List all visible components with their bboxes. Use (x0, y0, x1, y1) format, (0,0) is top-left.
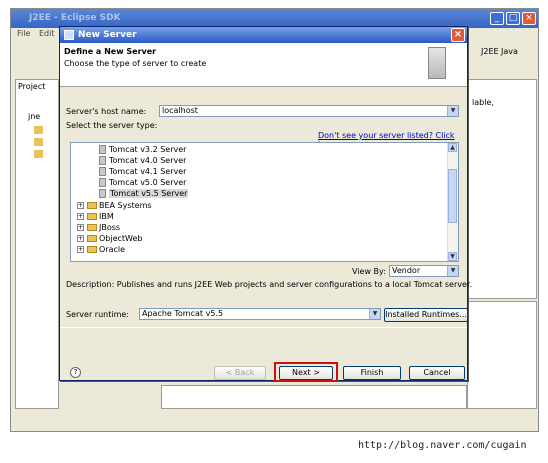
project-explorer-pane: Project jne (15, 79, 59, 409)
dialog-close-button[interactable]: × (451, 28, 465, 42)
tree-item-vendor[interactable]: + JBoss (71, 222, 120, 233)
host-name-value: localhost (162, 106, 198, 115)
server-icon (99, 145, 106, 154)
menu-file[interactable]: File (17, 29, 30, 38)
chevron-down-icon[interactable]: ▼ (369, 309, 380, 319)
outline-text: lable, (472, 98, 494, 107)
tree-item-tomcat-40[interactable]: Tomcat v4.0 Server (71, 155, 186, 166)
new-server-dialog: New Server × Define a New Server Choose … (59, 26, 473, 382)
server-runtime-select[interactable]: Apache Tomcat v5.5 ▼ (139, 308, 381, 320)
help-icon[interactable]: ? (70, 367, 81, 378)
scroll-down-icon[interactable]: ▼ (448, 252, 457, 261)
tree-item-tomcat-32[interactable]: Tomcat v3.2 Server (71, 144, 186, 155)
folder-icon (34, 150, 43, 158)
bottom-right-pane (467, 301, 537, 409)
project-tree-root[interactable]: jne (28, 112, 40, 121)
finish-button[interactable]: Finish (343, 366, 401, 380)
runtime-label: Server runtime: (66, 310, 129, 319)
folder-icon (87, 224, 97, 231)
server-icon (99, 189, 106, 198)
expand-icon[interactable]: + (77, 235, 84, 242)
server-icon (64, 30, 74, 40)
close-window-button[interactable]: × (522, 12, 536, 25)
folder-icon (87, 202, 97, 209)
back-button[interactable]: < Back (214, 366, 266, 380)
server-wizard-icon (428, 47, 446, 79)
eclipse-title: J2EE - Eclipse SDK (29, 13, 121, 23)
blog-watermark: http://blog.naver.com/cugain (358, 440, 527, 451)
folder-icon (87, 235, 97, 242)
expand-icon[interactable]: + (77, 213, 84, 220)
server-icon (99, 167, 106, 176)
tree-item-vendor[interactable]: + BEA Systems (71, 200, 152, 211)
server-icon (99, 178, 106, 187)
bottom-pane (161, 385, 467, 409)
selected-server: Tomcat v5.5 Server (109, 189, 189, 198)
minimize-button[interactable]: _ (490, 12, 504, 25)
server-type-tree[interactable]: Tomcat v3.2 Server Tomcat v4.0 Server To… (70, 142, 459, 262)
installed-runtimes-button[interactable]: Installed Runtimes... (384, 308, 468, 322)
server-description: Description: Publishes and runs J2EE Web… (66, 280, 473, 289)
tree-item-tomcat-50[interactable]: Tomcat v5.0 Server (71, 177, 186, 188)
project-explorer-label: Project (18, 82, 46, 91)
server-type-label: Select the server type: (66, 121, 158, 130)
dialog-title-bar: New Server × (60, 27, 467, 43)
eclipse-window: J2EE - Eclipse SDK _ □ × File Edit J2EE … (10, 8, 539, 432)
scroll-up-icon[interactable]: ▲ (448, 143, 457, 152)
folder-icon (34, 138, 43, 146)
chevron-down-icon[interactable]: ▼ (447, 266, 458, 276)
host-label: Server's host name: (66, 107, 147, 116)
dialog-title: New Server (78, 30, 137, 40)
expand-icon[interactable]: + (77, 224, 84, 231)
header-subtitle: Choose the type of server to create (64, 59, 207, 68)
separator (60, 327, 467, 328)
cancel-button[interactable]: Cancel (409, 366, 465, 380)
tree-item-vendor[interactable]: + Oracle (71, 244, 125, 255)
folder-icon (34, 126, 43, 134)
next-button[interactable]: Next > (279, 366, 333, 380)
tree-item-vendor[interactable]: + IBM (71, 211, 114, 222)
header-title: Define a New Server (64, 47, 157, 56)
expand-icon[interactable]: + (77, 202, 84, 209)
perspective-java[interactable]: Java (501, 47, 518, 56)
chevron-down-icon[interactable]: ▼ (447, 106, 458, 116)
perspective-j2ee[interactable]: J2EE (481, 47, 499, 56)
tree-scrollbar[interactable]: ▲ ▼ (447, 143, 458, 261)
tree-item-tomcat-41[interactable]: Tomcat v4.1 Server (71, 166, 186, 177)
scroll-thumb[interactable] (448, 169, 457, 223)
dialog-header: Define a New Server Choose the type of s… (60, 43, 467, 87)
outline-pane: lable, (467, 79, 537, 299)
view-by-label: View By: (352, 267, 386, 276)
tree-item-tomcat-55[interactable]: Tomcat v5.5 Server (71, 188, 189, 199)
menu-edit[interactable]: Edit (39, 29, 55, 38)
expand-icon[interactable]: + (77, 246, 84, 253)
server-icon (99, 156, 106, 165)
view-by-select[interactable]: Vendor ▼ (389, 265, 459, 277)
host-name-combo[interactable]: localhost ▼ (159, 105, 459, 117)
tree-item-vendor[interactable]: + ObjectWeb (71, 233, 143, 244)
maximize-button[interactable]: □ (506, 12, 520, 25)
folder-icon (87, 213, 97, 220)
folder-icon (87, 246, 97, 253)
